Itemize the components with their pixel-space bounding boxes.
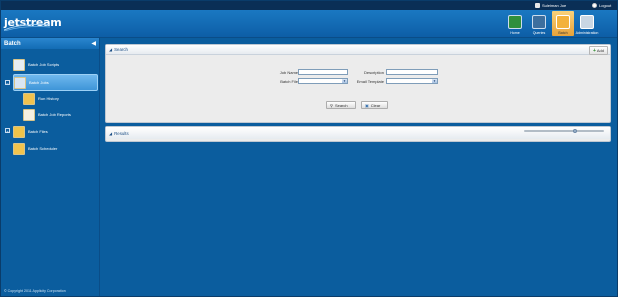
user-label: Suleiman Joe xyxy=(542,3,567,8)
chevron-down-icon: ▼ xyxy=(432,79,437,83)
collapse-sidebar-icon[interactable]: ◀ xyxy=(91,40,96,47)
administration-icon xyxy=(580,15,594,29)
run-history-icon xyxy=(23,92,35,105)
search-button-label: Search xyxy=(334,102,348,108)
batch-jobs-icon xyxy=(14,76,26,89)
batch-file-select[interactable]: ▼ xyxy=(298,78,348,84)
sidebar: Batch ◀ Batch Job Scripts − Batch Jobs R… xyxy=(1,38,100,296)
nav-batch-label: Batch xyxy=(558,31,568,35)
logo-swoosh-icon xyxy=(4,24,50,31)
email-template-select[interactable]: ▼ xyxy=(386,78,438,84)
batch-icon xyxy=(556,15,570,29)
nav-queries[interactable]: Queries xyxy=(528,11,550,36)
sidebar-item-batch-job-reports[interactable]: Batch Job Reports xyxy=(23,107,93,122)
nav-home-label: Home xyxy=(510,31,520,35)
job-name-label: Job Name xyxy=(279,70,298,75)
scheduler-icon xyxy=(13,142,25,155)
main-nav: Home Queries Batch Administration xyxy=(504,11,598,36)
sidebar-item-batch-jobs[interactable]: Batch Jobs xyxy=(13,74,98,91)
sidebar-item-label: Batch Files xyxy=(28,129,48,134)
folder-icon xyxy=(13,125,25,138)
power-icon xyxy=(592,3,597,8)
batch-files-expand-toggle[interactable]: + xyxy=(5,128,10,134)
nav-queries-label: Queries xyxy=(532,31,546,35)
results-panel-title: Results xyxy=(114,130,129,136)
collapse-triangle-icon: ◢ xyxy=(109,130,113,136)
clear-icon: ▣ xyxy=(365,102,369,108)
add-button[interactable]: + Add xyxy=(588,46,608,55)
results-panel: ◢ Results xyxy=(105,126,611,142)
sidebar-header: Batch xyxy=(1,38,99,49)
search-button[interactable]: ⚲ Search xyxy=(326,101,356,109)
results-panel-header[interactable]: ◢ Results xyxy=(106,127,610,139)
nav-administration-label: Administration xyxy=(575,31,599,35)
plus-icon: + xyxy=(592,47,596,54)
reports-icon xyxy=(23,108,35,121)
nav-batch[interactable]: Batch xyxy=(552,11,574,36)
nav-home[interactable]: Home xyxy=(504,11,526,36)
sidebar-title: Batch xyxy=(4,40,21,47)
user-icon xyxy=(535,3,540,8)
search-panel-header[interactable]: ◢ Search xyxy=(106,45,610,55)
queries-icon xyxy=(532,15,546,29)
logout-link[interactable]: Logout xyxy=(592,2,611,9)
sidebar-item-batch-job-scripts[interactable]: Batch Job Scripts xyxy=(13,57,93,72)
batch-jobs-collapse-toggle[interactable]: − xyxy=(5,80,10,86)
sidebar-item-label: Batch Job Scripts xyxy=(28,62,60,67)
clear-button-label: Clear xyxy=(370,102,381,108)
collapse-triangle-icon: ◢ xyxy=(109,47,113,52)
sidebar-item-label: Batch Scheduler xyxy=(28,146,58,151)
search-panel-title: Search xyxy=(114,47,128,52)
nav-administration[interactable]: Administration xyxy=(576,11,598,36)
logout-label: Logout xyxy=(599,3,612,8)
script-icon xyxy=(13,58,25,71)
description-input[interactable] xyxy=(386,69,438,75)
user-menu[interactable]: Suleiman Joe xyxy=(535,2,566,9)
email-template-label: Email Template xyxy=(356,79,384,84)
add-button-label: Add xyxy=(596,48,604,53)
home-icon xyxy=(508,15,522,29)
app-header: jetstream Home Queries Batch Administrat… xyxy=(1,10,617,38)
search-panel: ◢ Search + Add Job Name Description Batc… xyxy=(105,44,611,123)
sidebar-item-label: Batch Jobs xyxy=(29,80,49,85)
magnifier-icon: ⚲ xyxy=(330,102,333,108)
app-frame: Suleiman Joe Logout jetstream Home Queri… xyxy=(0,0,618,297)
sidebar-item-run-history[interactable]: Run History xyxy=(23,91,93,106)
clear-button[interactable]: ▣ Clear xyxy=(361,101,388,109)
sidebar-item-label: Run History xyxy=(38,96,59,101)
utility-bar: Suleiman Joe Logout xyxy=(1,1,617,10)
results-zoom-slider[interactable] xyxy=(524,129,604,133)
copyright-text: © Copyright 2011 Applicity Corporation xyxy=(4,289,66,293)
slider-knob[interactable] xyxy=(573,129,577,133)
sidebar-item-batch-scheduler[interactable]: Batch Scheduler xyxy=(13,141,93,156)
sidebar-item-label: Batch Job Reports xyxy=(38,112,71,117)
sidebar-item-batch-files[interactable]: Batch Files xyxy=(13,124,93,139)
batch-file-label: Batch File xyxy=(280,79,298,84)
job-name-input[interactable] xyxy=(298,69,348,75)
description-label: Description xyxy=(363,70,384,75)
